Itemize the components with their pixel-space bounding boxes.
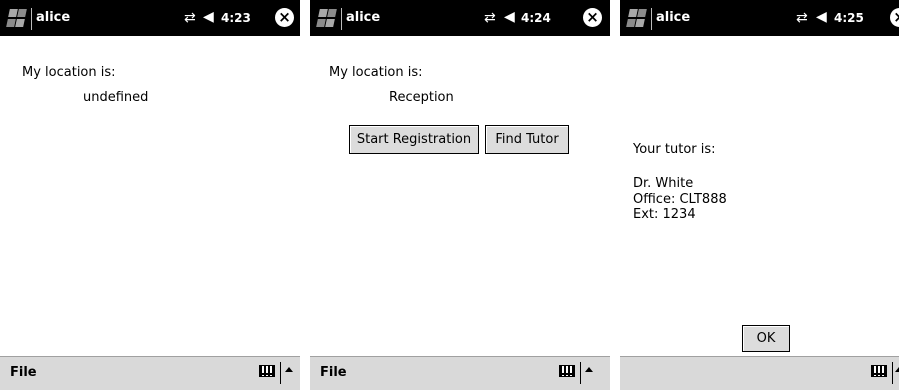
menu-divider xyxy=(892,362,893,384)
connectivity-icon[interactable]: ⇄ xyxy=(184,10,196,26)
file-menu[interactable]: File xyxy=(320,365,347,380)
title-bar: alice ⇄ ◀ 4:25 × xyxy=(620,0,899,36)
menu-divider xyxy=(580,362,581,384)
speaker-icon[interactable]: ◀ xyxy=(504,9,515,25)
file-menu[interactable]: File xyxy=(10,365,37,380)
arrow-up-icon[interactable] xyxy=(585,367,593,372)
clock[interactable]: 4:23 xyxy=(221,11,251,25)
keyboard-icon[interactable] xyxy=(259,365,275,377)
close-icon[interactable]: × xyxy=(583,8,602,27)
title-bar: alice ⇄ ◀ 4:24 × xyxy=(310,0,610,36)
screen-location-reception: alice ⇄ ◀ 4:24 × My location is: Recepti… xyxy=(310,0,610,390)
location-value: undefined xyxy=(83,90,149,105)
connectivity-icon[interactable]: ⇄ xyxy=(484,10,496,26)
tutor-name: Dr. White xyxy=(633,176,694,191)
speaker-icon[interactable]: ◀ xyxy=(203,9,214,25)
arrow-up-icon[interactable] xyxy=(895,367,899,372)
title-bar: alice ⇄ ◀ 4:23 × xyxy=(0,0,300,36)
start-registration-button[interactable]: Start Registration xyxy=(349,125,479,154)
ok-button[interactable]: OK xyxy=(742,325,790,352)
app-title: alice xyxy=(656,10,691,25)
location-value: Reception xyxy=(389,90,454,105)
close-icon[interactable]: × xyxy=(890,8,899,27)
find-tutor-button[interactable]: Find Tutor xyxy=(485,125,569,154)
menu-divider xyxy=(280,362,281,384)
title-divider xyxy=(651,8,652,30)
clock[interactable]: 4:24 xyxy=(521,11,551,25)
tutor-ext: Ext: 1234 xyxy=(633,207,696,222)
location-label: My location is: xyxy=(329,65,423,80)
tutor-office: Office: CLT888 xyxy=(633,192,727,207)
windows-logo-icon[interactable] xyxy=(316,9,337,28)
title-divider xyxy=(31,8,32,30)
app-title: alice xyxy=(346,10,381,25)
menu-bar: File xyxy=(310,356,610,390)
location-label: My location is: xyxy=(22,65,116,80)
tutor-label: Your tutor is: xyxy=(633,142,716,157)
close-icon[interactable]: × xyxy=(275,8,294,27)
keyboard-icon[interactable] xyxy=(871,365,887,377)
menu-bar xyxy=(620,356,899,390)
arrow-up-icon[interactable] xyxy=(285,367,293,372)
connectivity-icon[interactable]: ⇄ xyxy=(796,10,808,26)
menu-bar: File xyxy=(0,356,300,390)
windows-logo-icon[interactable] xyxy=(626,9,647,28)
clock[interactable]: 4:25 xyxy=(834,11,864,25)
title-divider xyxy=(341,8,342,30)
screen-location-undefined: alice ⇄ ◀ 4:23 × My location is: undefin… xyxy=(0,0,300,390)
app-title: alice xyxy=(36,10,71,25)
keyboard-icon[interactable] xyxy=(559,365,575,377)
screen-tutor-info: alice ⇄ ◀ 4:25 × Your tutor is: Dr. Whit… xyxy=(620,0,899,390)
speaker-icon[interactable]: ◀ xyxy=(816,9,827,25)
windows-logo-icon[interactable] xyxy=(6,9,27,28)
